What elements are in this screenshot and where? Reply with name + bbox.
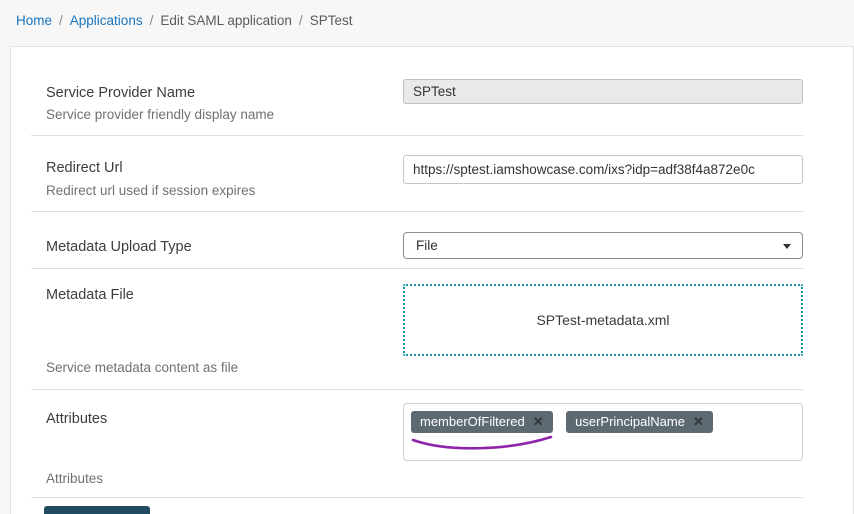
attribute-tag-label: userPrincipalName <box>575 414 685 429</box>
breadcrumb: Home / Applications / Edit SAML applicat… <box>16 13 352 28</box>
breadcrumb-separator: / <box>59 13 63 28</box>
attribute-tag-label: memberOfFiltered <box>420 414 525 429</box>
attribute-tag: userPrincipalName ✕ <box>566 411 713 433</box>
service-provider-name-helper: Service provider friendly display name <box>46 107 274 122</box>
breadcrumb-item-sptest: SPTest <box>310 13 353 28</box>
attributes-input-box[interactable]: memberOfFiltered ✕ userPrincipalName ✕ <box>403 403 803 461</box>
metadata-upload-type-select[interactable]: File <box>403 232 803 259</box>
metadata-upload-type-label: Metadata Upload Type <box>46 239 192 255</box>
redirect-url-label: Redirect Url <box>46 160 123 176</box>
breadcrumb-separator: / <box>150 13 154 28</box>
service-provider-name-input[interactable] <box>403 79 803 104</box>
divider <box>31 389 803 390</box>
divider <box>31 211 803 212</box>
metadata-file-helper: Service metadata content as file <box>46 360 238 375</box>
breadcrumb-item-edit-saml-application: Edit SAML application <box>160 13 292 28</box>
remove-tag-icon[interactable]: ✕ <box>533 415 544 428</box>
attributes-label: Attributes <box>46 411 107 427</box>
metadata-file-name: SPTest-metadata.xml <box>536 312 669 328</box>
attribute-tag: memberOfFiltered ✕ <box>411 411 553 433</box>
save-button[interactable] <box>44 506 150 514</box>
metadata-upload-type-selected-value: File <box>416 238 438 253</box>
page: Home / Applications / Edit SAML applicat… <box>0 0 854 514</box>
metadata-file-label: Metadata File <box>46 287 134 303</box>
chevron-down-icon <box>783 244 791 249</box>
attributes-helper: Attributes <box>46 471 103 486</box>
metadata-file-dropzone[interactable]: SPTest-metadata.xml <box>403 284 803 356</box>
divider <box>31 135 803 136</box>
redirect-url-helper: Redirect url used if session expires <box>46 183 255 198</box>
divider <box>31 497 803 498</box>
service-provider-name-label: Service Provider Name <box>46 85 195 101</box>
edit-application-card: Service Provider Name Service provider f… <box>10 46 854 514</box>
breadcrumb-link-applications[interactable]: Applications <box>70 13 143 28</box>
breadcrumb-link-home[interactable]: Home <box>16 13 52 28</box>
breadcrumb-separator: / <box>299 13 303 28</box>
remove-tag-icon[interactable]: ✕ <box>693 415 704 428</box>
divider <box>31 268 803 269</box>
redirect-url-input[interactable] <box>403 155 803 184</box>
